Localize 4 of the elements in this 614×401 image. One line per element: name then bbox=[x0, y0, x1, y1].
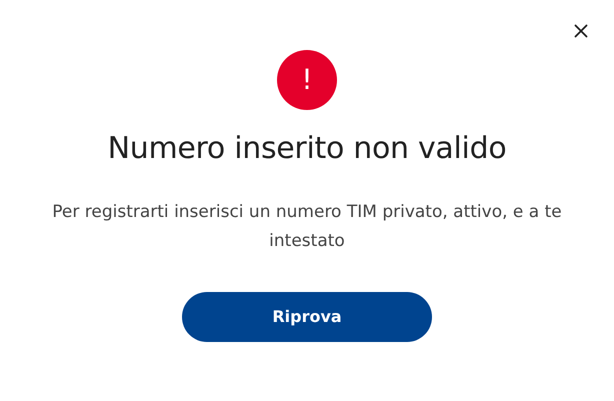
dialog-message: Per registrarti inserisci un numero TIM privato, attivo, e a te intestato bbox=[51, 201, 563, 253]
alert-icon: ! bbox=[277, 50, 337, 110]
dialog-title: Numero inserito non valido bbox=[108, 130, 506, 168]
retry-button[interactable]: Riprova bbox=[182, 292, 432, 342]
